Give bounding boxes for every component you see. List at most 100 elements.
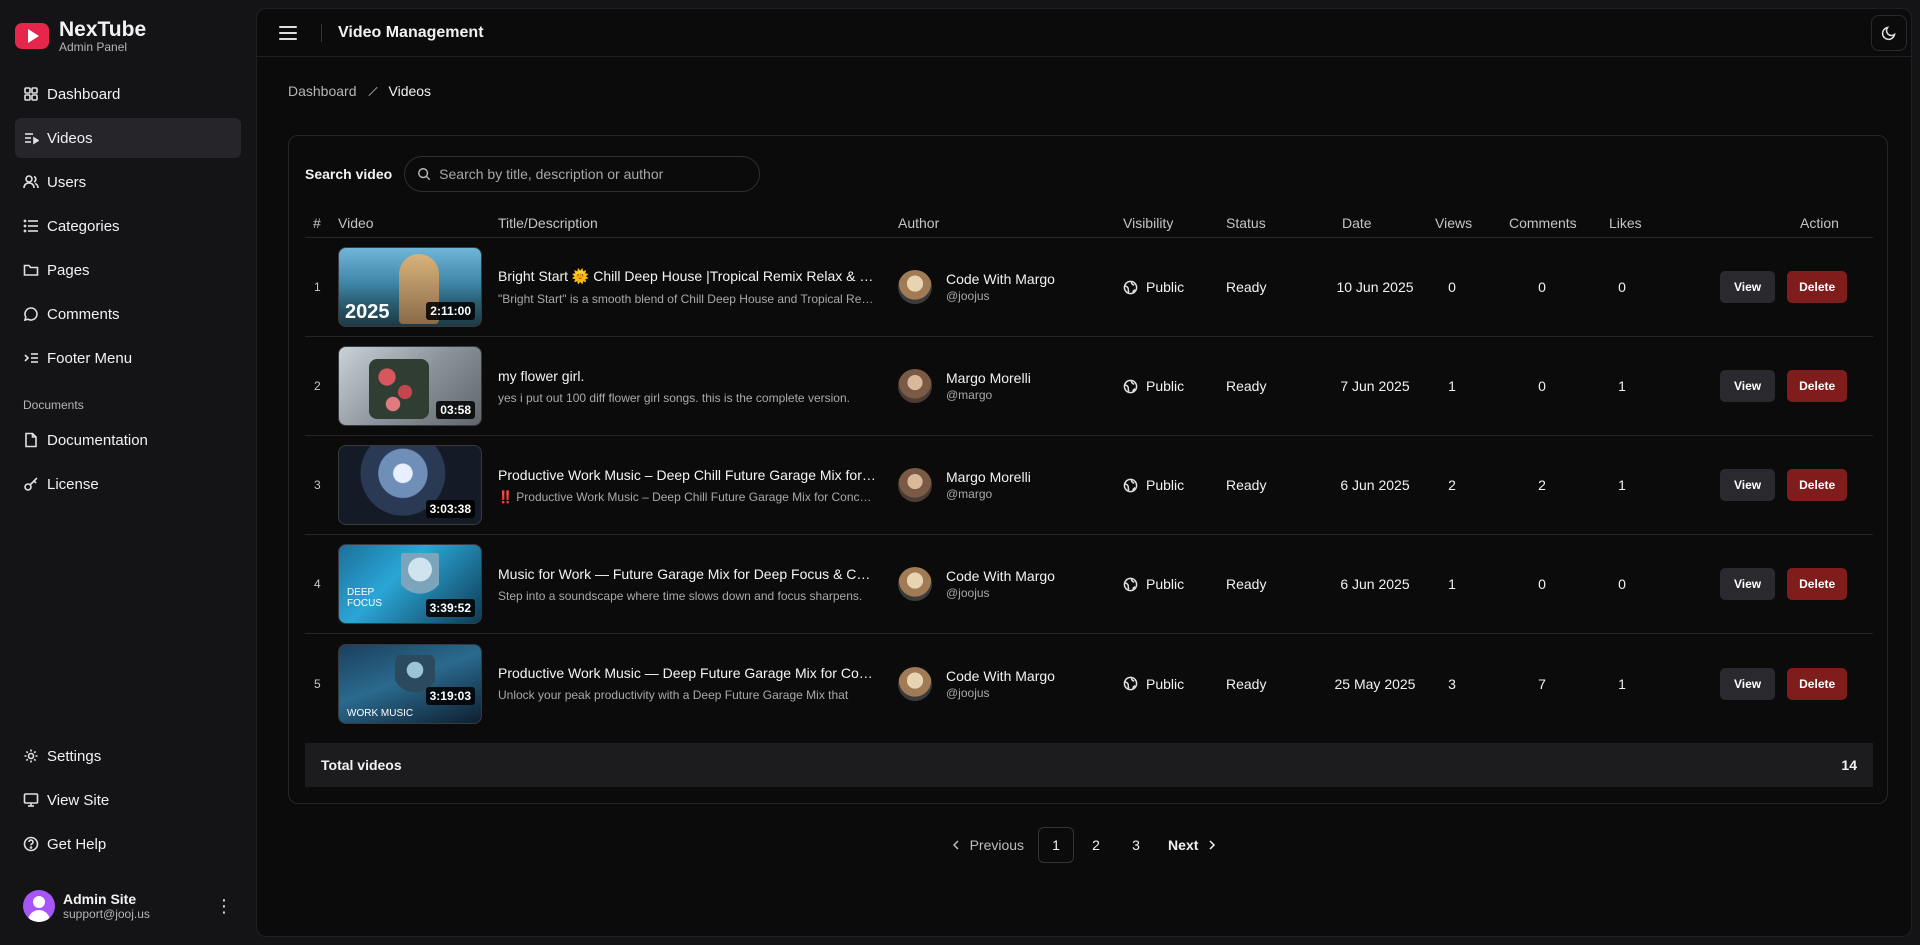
- sidebar-item-videos[interactable]: Videos: [15, 118, 241, 158]
- search-box[interactable]: [404, 156, 761, 192]
- sidebar-item-label: Pages: [47, 261, 90, 279]
- video-description: yes i put out 100 diff flower girl songs…: [498, 390, 850, 405]
- page-button-3[interactable]: 3: [1118, 827, 1154, 863]
- date-value: 6 Jun 2025: [1340, 576, 1410, 592]
- author-name: Margo Morelli: [946, 469, 1031, 485]
- sidebar-item-pages[interactable]: Pages: [15, 250, 241, 290]
- sidebar-item-comments[interactable]: Comments: [15, 294, 241, 334]
- video-title[interactable]: Productive Work Music — Deep Future Gara…: [498, 665, 878, 681]
- video-title[interactable]: my flower girl.: [498, 368, 878, 384]
- video-thumbnail[interactable]: 3:03:38: [338, 445, 482, 525]
- page-button-1[interactable]: 1: [1038, 827, 1075, 863]
- visibility-value: Public: [1146, 279, 1185, 295]
- status-value: Ready: [1226, 477, 1267, 493]
- video-description: ‼️ Productive Work Music – Deep Chill Fu…: [498, 489, 878, 504]
- user-avatar-icon: [23, 890, 55, 922]
- videos-table: # Video Title/Description Author Visibil…: [305, 208, 1873, 733]
- date-value: 25 May 2025: [1334, 675, 1416, 692]
- likes-value: 1: [1618, 378, 1626, 394]
- users-icon: [23, 174, 39, 190]
- sidebar: NexTube Admin Panel Dashboard Videos Use…: [0, 0, 256, 945]
- search-row: Search video: [305, 156, 761, 192]
- comments-value: 0: [1538, 279, 1546, 295]
- sidebar-toggle-button[interactable]: [279, 19, 307, 47]
- categories-icon: [23, 218, 39, 234]
- sidebar-item-license[interactable]: License: [15, 464, 241, 504]
- video-thumbnail[interactable]: DEEP FOCUS 3:39:52: [338, 544, 482, 624]
- delete-button[interactable]: Delete: [1787, 370, 1848, 402]
- total-videos-count: 14: [1841, 757, 1857, 773]
- table-footer-total: Total videos 14: [305, 743, 1873, 787]
- video-description: Unlock your peak productivity with a Dee…: [498, 688, 849, 702]
- chevron-left-icon: [952, 840, 959, 850]
- user-name: Admin Site: [63, 891, 137, 907]
- video-thumbnail[interactable]: 2025 2:11:00: [338, 247, 482, 327]
- sidebar-item-label: Videos: [47, 129, 93, 147]
- gear-icon: [23, 748, 39, 764]
- view-button[interactable]: View: [1720, 667, 1776, 700]
- comments-value: 0: [1538, 576, 1546, 592]
- sidebar-item-view-site[interactable]: View Site: [15, 780, 241, 820]
- page-header: Video Management: [257, 9, 1911, 57]
- breadcrumb-separator: [367, 86, 378, 96]
- play-logo-icon: [15, 23, 49, 49]
- sidebar-item-settings[interactable]: Settings: [15, 736, 241, 776]
- visibility-value: Public: [1146, 477, 1185, 493]
- view-button[interactable]: View: [1720, 271, 1776, 303]
- video-description: Step into a soundscape where time slows …: [498, 588, 863, 603]
- view-button[interactable]: View: [1720, 568, 1776, 600]
- globe-icon: [1123, 478, 1138, 492]
- sidebar-item-label: Dashboard: [47, 85, 121, 103]
- previous-page-button[interactable]: Previous: [940, 827, 1034, 863]
- row-number: 2: [314, 379, 321, 393]
- sidebar-item-categories[interactable]: Categories: [15, 206, 241, 246]
- theme-toggle-button[interactable]: [1871, 15, 1907, 51]
- col-views: Views: [1435, 214, 1473, 231]
- col-number: #: [313, 214, 321, 231]
- sidebar-item-documentation[interactable]: Documentation: [15, 420, 241, 460]
- comment-icon: [23, 306, 39, 322]
- views-value: 1: [1448, 576, 1456, 592]
- status-value: Ready: [1226, 675, 1267, 692]
- sidebar-item-footer-menu[interactable]: Footer Menu: [15, 338, 241, 378]
- author-handle: @joojus: [946, 685, 990, 700]
- video-thumbnail[interactable]: WORK MUSIC 3:19:03: [338, 643, 482, 724]
- view-button[interactable]: View: [1720, 469, 1776, 501]
- user-profile[interactable]: Admin Site support@jooj.us ⋮: [15, 884, 241, 928]
- table-header: # Video Title/Description Author Visibil…: [305, 208, 1873, 238]
- more-vertical-icon[interactable]: ⋮: [215, 896, 233, 917]
- brand-subtitle: Admin Panel: [59, 39, 128, 54]
- col-video: Video: [338, 214, 374, 231]
- status-value: Ready: [1226, 576, 1267, 592]
- col-likes: Likes: [1609, 214, 1642, 231]
- author-avatar: [898, 270, 932, 304]
- video-title[interactable]: Music for Work — Future Garage Mix for D…: [498, 566, 878, 582]
- brand[interactable]: NexTube Admin Panel: [15, 0, 241, 72]
- sidebar-item-get-help[interactable]: Get Help: [15, 824, 241, 864]
- previous-label: Previous: [969, 837, 1025, 853]
- search-input[interactable]: [439, 166, 740, 182]
- delete-button[interactable]: Delete: [1787, 271, 1848, 303]
- video-duration: 3:19:03: [425, 686, 475, 705]
- breadcrumb-dashboard-link[interactable]: Dashboard: [288, 83, 357, 99]
- sidebar-item-dashboard[interactable]: Dashboard: [15, 74, 241, 114]
- video-title[interactable]: Bright Start 🌞 Chill Deep House |Tropica…: [498, 268, 878, 285]
- delete-button[interactable]: Delete: [1787, 667, 1848, 700]
- views-value: 2: [1448, 477, 1456, 493]
- table-row: 1 2025 2:11:00 Bright Start 🌞 Chill Deep…: [305, 238, 1873, 337]
- col-author: Author: [898, 214, 940, 231]
- page-button-2[interactable]: 2: [1078, 827, 1114, 863]
- delete-button[interactable]: Delete: [1787, 568, 1848, 600]
- video-title[interactable]: Productive Work Music – Deep Chill Futur…: [498, 467, 878, 483]
- video-duration: 3:39:52: [425, 599, 475, 617]
- view-button[interactable]: View: [1720, 370, 1776, 402]
- col-title: Title/Description: [498, 214, 598, 231]
- sidebar-item-users[interactable]: Users: [15, 162, 241, 202]
- row-number: 5: [314, 676, 321, 691]
- video-thumbnail[interactable]: 03:58: [338, 346, 482, 426]
- next-page-button[interactable]: Next: [1158, 827, 1228, 863]
- sidebar-item-label: View Site: [47, 791, 110, 809]
- author-handle: @joojus: [946, 289, 990, 303]
- delete-button[interactable]: Delete: [1787, 469, 1848, 501]
- row-number: 3: [314, 478, 321, 492]
